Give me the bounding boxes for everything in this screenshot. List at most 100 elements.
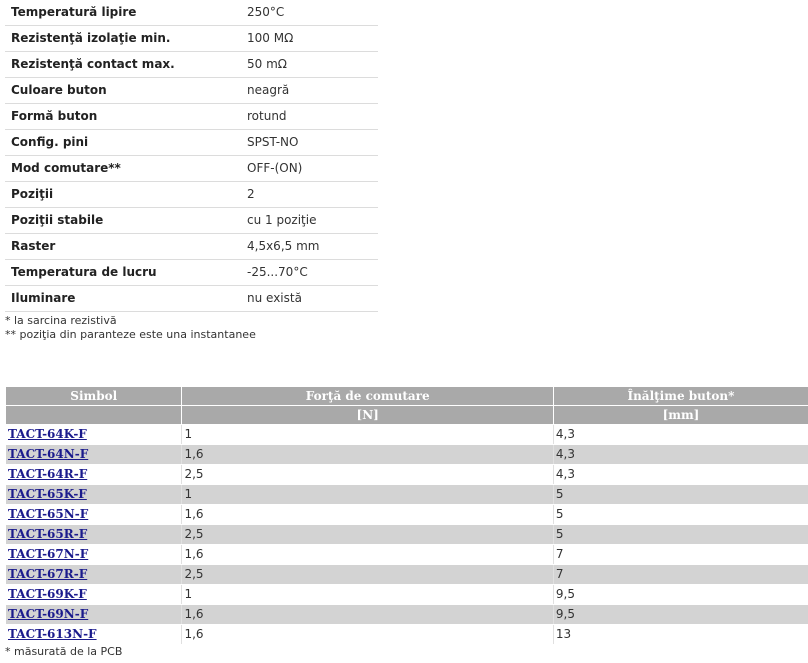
product-symbol-cell: TACT-64K-F xyxy=(6,424,183,445)
specs-table: Temperatură lipire 250°C Rezistenţă izolaţ… xyxy=(5,0,378,312)
product-force: 1 xyxy=(181,484,554,505)
product-row: TACT-65R-F 2,5 5 xyxy=(6,524,808,545)
product-link[interactable]: TACT-64R-F xyxy=(8,467,87,481)
product-symbol-cell: TACT-65N-F xyxy=(6,504,183,525)
product-height: 4,3 xyxy=(553,464,808,485)
product-height: 9,5 xyxy=(553,584,808,605)
spec-value: 250°C xyxy=(242,0,378,26)
product-height: 9,5 xyxy=(553,604,808,625)
product-symbol-cell: TACT-64R-F xyxy=(6,464,183,485)
note-instant-position: ** poziţia din paranteze este una instan… xyxy=(5,328,256,341)
spec-value: 50 mΩ xyxy=(242,51,378,78)
spec-row: Formă buton rotund xyxy=(5,103,378,130)
spec-value: cu 1 poziţie xyxy=(242,207,378,234)
product-force: 1,6 xyxy=(181,504,554,525)
product-row: TACT-613N-F 1,6 13 xyxy=(6,624,808,645)
product-height: 5 xyxy=(553,524,808,545)
products-units-row: [N] [mm] xyxy=(6,405,808,425)
spec-value: rotund xyxy=(242,103,378,130)
products-header-row: Simbol Forţă de comutare Înălţime buton* xyxy=(6,387,808,406)
product-force: 1,6 xyxy=(181,624,554,645)
spec-value: nu există xyxy=(242,285,378,312)
product-height: 5 xyxy=(553,504,808,525)
product-row: TACT-64K-F 1 4,3 xyxy=(6,424,808,445)
spec-value: -25...70°C xyxy=(242,259,378,286)
spec-row: Poziţii stabile cu 1 poziţie xyxy=(5,207,378,234)
product-row: TACT-69K-F 1 9,5 xyxy=(6,584,808,605)
spec-label: Poziţii xyxy=(5,181,242,208)
unit-force: [N] xyxy=(181,405,554,425)
spec-label: Raster xyxy=(5,233,242,260)
spec-label: Rezistenţă izolaţie min. xyxy=(5,25,242,52)
product-force: 1 xyxy=(181,584,554,605)
spec-value: 100 MΩ xyxy=(242,25,378,52)
product-force: 2,5 xyxy=(181,564,554,585)
product-row: TACT-64R-F 2,5 4,3 xyxy=(6,464,808,485)
product-row: TACT-65K-F 1 5 xyxy=(6,484,808,505)
product-force: 1,6 xyxy=(181,444,554,465)
product-row: TACT-67N-F 1,6 7 xyxy=(6,544,808,565)
spec-row: Rezistenţă izolaţie min. 100 MΩ xyxy=(5,25,378,52)
product-link[interactable]: TACT-613N-F xyxy=(8,627,97,641)
product-height: 4,3 xyxy=(553,444,808,465)
product-symbol-cell: TACT-65K-F xyxy=(6,484,183,505)
product-force: 1,6 xyxy=(181,604,554,625)
product-symbol-cell: TACT-64N-F xyxy=(6,444,183,465)
header-symbol: Simbol xyxy=(6,387,183,406)
spec-value: OFF-(ON) xyxy=(242,155,378,182)
note-resistive-load: * la sarcina rezistivă xyxy=(5,314,117,327)
products-table: Simbol Forţă de comutare Înălţime buton*… xyxy=(6,387,808,645)
spec-row: Rezistenţă contact max. 50 mΩ xyxy=(5,51,378,78)
product-force: 1,6 xyxy=(181,544,554,565)
spec-row: Iluminare nu există xyxy=(5,285,378,312)
product-height: 7 xyxy=(553,564,808,585)
spec-value: 2 xyxy=(242,181,378,208)
product-link[interactable]: TACT-64N-F xyxy=(8,447,88,461)
spec-row: Raster 4,5x6,5 mm xyxy=(5,233,378,260)
product-symbol-cell: TACT-69N-F xyxy=(6,604,183,625)
product-height: 7 xyxy=(553,544,808,565)
specs-notes: * la sarcina rezistivă ** poziţia din pa… xyxy=(5,314,256,342)
spec-label: Poziţii stabile xyxy=(5,207,242,234)
pcb-footnote: * măsurată de la PCB xyxy=(5,645,123,658)
spec-label: Temperatura de lucru xyxy=(5,259,242,286)
product-force: 2,5 xyxy=(181,524,554,545)
product-height: 4,3 xyxy=(553,424,808,445)
spec-label: Formă buton xyxy=(5,103,242,130)
product-link[interactable]: TACT-67N-F xyxy=(8,547,88,561)
product-link[interactable]: TACT-65K-F xyxy=(8,487,87,501)
product-row: TACT-65N-F 1,6 5 xyxy=(6,504,808,525)
spec-row: Config. pini SPST-NO xyxy=(5,129,378,156)
product-link[interactable]: TACT-69K-F xyxy=(8,587,87,601)
product-link[interactable]: TACT-65R-F xyxy=(8,527,87,541)
unit-button-height: [mm] xyxy=(553,405,808,425)
product-row: TACT-64N-F 1,6 4,3 xyxy=(6,444,808,465)
spec-row: Culoare buton neagră xyxy=(5,77,378,104)
product-symbol-cell: TACT-67R-F xyxy=(6,564,183,585)
product-link[interactable]: TACT-67R-F xyxy=(8,567,87,581)
spec-value: SPST-NO xyxy=(242,129,378,156)
spec-label: Config. pini xyxy=(5,129,242,156)
spec-value: neagră xyxy=(242,77,378,104)
product-force: 1 xyxy=(181,424,554,445)
spec-row: Mod comutare** OFF-(ON) xyxy=(5,155,378,182)
product-link[interactable]: TACT-69N-F xyxy=(8,607,88,621)
product-symbol-cell: TACT-69K-F xyxy=(6,584,183,605)
spec-row: Poziţii 2 xyxy=(5,181,378,208)
header-force: Forţă de comutare xyxy=(181,387,554,406)
product-height: 13 xyxy=(553,624,808,645)
product-symbol-cell: TACT-613N-F xyxy=(6,624,183,645)
spec-label: Mod comutare** xyxy=(5,155,242,182)
spec-row: Temperatura de lucru -25...70°C xyxy=(5,259,378,286)
header-button-height: Înălţime buton* xyxy=(553,387,808,406)
product-symbol-cell: TACT-67N-F xyxy=(6,544,183,565)
product-height: 5 xyxy=(553,484,808,505)
spec-row: Temperatură lipire 250°C xyxy=(5,0,378,26)
product-link[interactable]: TACT-65N-F xyxy=(8,507,88,521)
spec-label: Iluminare xyxy=(5,285,242,312)
product-link[interactable]: TACT-64K-F xyxy=(8,427,87,441)
unit-symbol xyxy=(6,405,183,425)
product-row: TACT-69N-F 1,6 9,5 xyxy=(6,604,808,625)
product-symbol-cell: TACT-65R-F xyxy=(6,524,183,545)
product-row: TACT-67R-F 2,5 7 xyxy=(6,564,808,585)
